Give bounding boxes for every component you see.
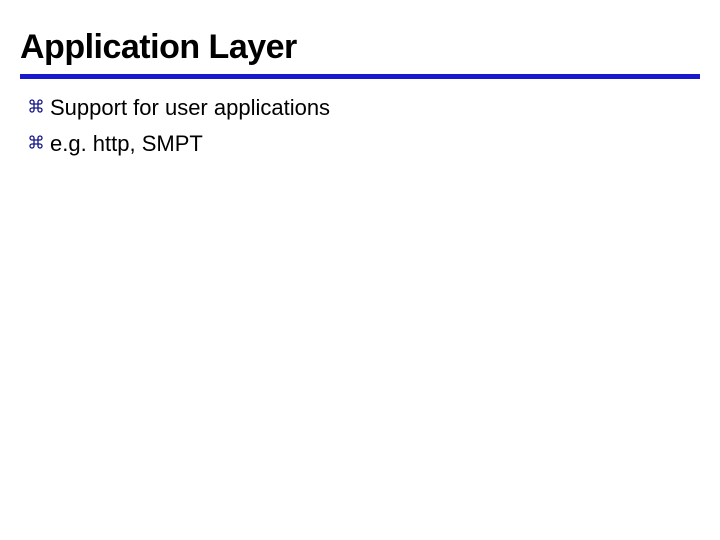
bullet-list: Support for user applications e.g. http,… [20, 93, 700, 158]
command-icon [28, 134, 44, 150]
title-underline [20, 74, 700, 79]
slide-title: Application Layer [20, 28, 700, 72]
bullet-text: Support for user applications [50, 93, 330, 123]
list-item: Support for user applications [28, 93, 700, 123]
command-icon [28, 98, 44, 114]
list-item: e.g. http, SMPT [28, 129, 700, 159]
bullet-text: e.g. http, SMPT [50, 129, 203, 159]
slide: Application Layer Support for user appli… [0, 0, 720, 540]
